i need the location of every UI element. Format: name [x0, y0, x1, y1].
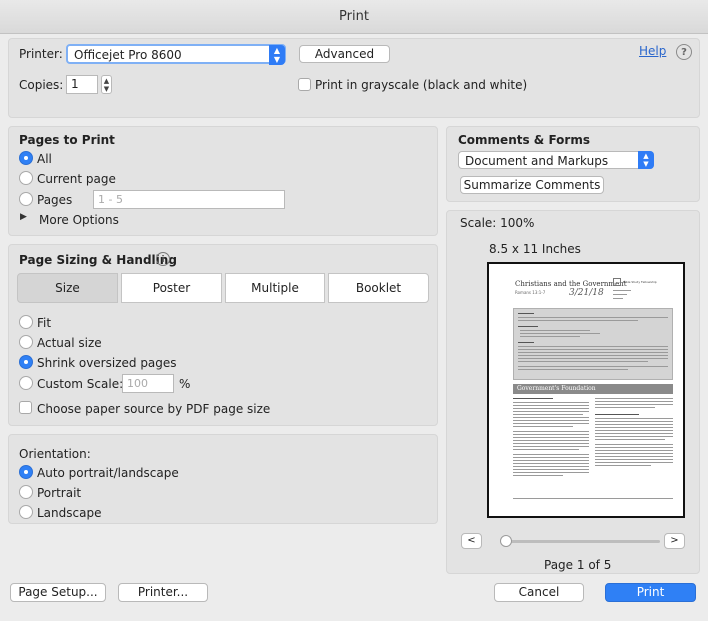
print-button[interactable]: Print: [605, 583, 696, 602]
paper-size-label: 8.5 x 11 Inches: [489, 242, 581, 256]
page-setup-button[interactable]: Page Setup...: [10, 583, 106, 602]
preview-brand: Bible Study Fellowship: [623, 280, 657, 284]
window-titlebar: Print: [0, 0, 708, 34]
custom-scale-radio[interactable]: [19, 376, 33, 390]
preview-meta: [613, 290, 637, 302]
comments-forms-value: Document and Markups: [465, 154, 609, 168]
help-icon[interactable]: ?: [676, 44, 692, 60]
more-options-toggle[interactable]: More Options: [39, 213, 119, 227]
preview-column-right: [595, 398, 673, 494]
preview-column-left: [513, 398, 589, 494]
copies-input[interactable]: 1: [66, 75, 98, 94]
auto-orientation-label: Auto portrait/landscape: [37, 466, 179, 480]
chevron-updown-icon: ▲ ▼: [269, 45, 285, 65]
page-slider-thumb[interactable]: [500, 535, 512, 547]
pages-all-radio[interactable]: [19, 151, 33, 165]
preview-focus-box: [513, 308, 673, 380]
preview-footer-line: [513, 498, 673, 499]
printer-select[interactable]: Officejet Pro 8600 ▲ ▼: [66, 44, 286, 65]
fit-label: Fit: [37, 316, 52, 330]
advanced-button[interactable]: Advanced: [299, 45, 390, 63]
bsf-logo-icon: [613, 278, 621, 286]
tab-poster[interactable]: Poster: [121, 273, 222, 303]
page-sizing-panel: [8, 244, 438, 426]
page-indicator: Page 1 of 5: [544, 558, 612, 572]
prev-page-button[interactable]: <: [461, 533, 482, 549]
actual-size-label: Actual size: [37, 336, 102, 350]
auto-orientation-radio[interactable]: [19, 465, 33, 479]
printer-button[interactable]: Printer...: [118, 583, 208, 602]
custom-scale-input[interactable]: 100: [122, 374, 174, 393]
copies-label: Copies:: [19, 78, 64, 92]
pages-range-radio[interactable]: [19, 192, 33, 206]
window-title: Print: [339, 9, 369, 24]
actual-size-radio[interactable]: [19, 335, 33, 349]
pages-current-label: Current page: [37, 172, 116, 186]
orientation-heading: Orientation:: [19, 447, 91, 461]
page-sizing-heading: Page Sizing & Handling: [19, 253, 177, 267]
tab-multiple[interactable]: Multiple: [225, 273, 325, 303]
page-slider-track[interactable]: [500, 535, 660, 547]
landscape-label: Landscape: [37, 506, 102, 520]
preview-section-bar: Government's Foundation: [513, 384, 673, 394]
portrait-label: Portrait: [37, 486, 82, 500]
pages-range-label: Pages: [37, 193, 73, 207]
preview-section-heading: Government's Foundation: [517, 385, 596, 392]
shrink-oversized-radio[interactable]: [19, 355, 33, 369]
pages-current-radio[interactable]: [19, 171, 33, 185]
next-page-button[interactable]: >: [664, 533, 685, 549]
summarize-comments-button[interactable]: Summarize Comments: [460, 176, 604, 194]
tab-size[interactable]: Size: [17, 273, 118, 303]
scale-label: Scale: 100%: [460, 216, 535, 230]
disclosure-triangle-icon[interactable]: ▶: [20, 212, 27, 222]
paper-source-label: Choose paper source by PDF page size: [37, 402, 271, 416]
info-icon[interactable]: i: [156, 252, 170, 266]
landscape-radio[interactable]: [19, 505, 33, 519]
pages-range-input[interactable]: 1 - 5: [93, 190, 285, 209]
pages-all-label: All: [37, 152, 52, 166]
shrink-oversized-label: Shrink oversized pages: [37, 356, 177, 370]
tab-booklet[interactable]: Booklet: [328, 273, 429, 303]
preview-handwritten: 3/21/18: [569, 288, 604, 298]
cancel-button[interactable]: Cancel: [494, 583, 584, 602]
grayscale-checkbox[interactable]: [298, 78, 311, 91]
grayscale-label: Print in grayscale (black and white): [315, 78, 528, 92]
comments-forms-select[interactable]: Document and Markups ▲ ▼: [458, 151, 654, 169]
chevron-updown-icon: ▲ ▼: [638, 151, 654, 169]
pages-to-print-heading: Pages to Print: [19, 133, 115, 147]
copies-stepper[interactable]: ▲ ▼: [101, 75, 112, 94]
portrait-radio[interactable]: [19, 485, 33, 499]
preview-doc-ref: Romans 13:1-7: [515, 290, 546, 295]
preview-doc-title: Christians and the Government: [515, 280, 627, 288]
help-link[interactable]: Help: [639, 44, 666, 58]
paper-source-checkbox[interactable]: [19, 401, 32, 414]
percent-label: %: [179, 377, 191, 391]
page-preview: Christians and the Government Romans 13:…: [487, 262, 685, 518]
comments-forms-heading: Comments & Forms: [458, 133, 590, 147]
printer-select-value: Officejet Pro 8600: [74, 48, 182, 62]
printer-label: Printer:: [19, 47, 63, 61]
fit-radio[interactable]: [19, 315, 33, 329]
custom-scale-label: Custom Scale:: [37, 377, 124, 391]
